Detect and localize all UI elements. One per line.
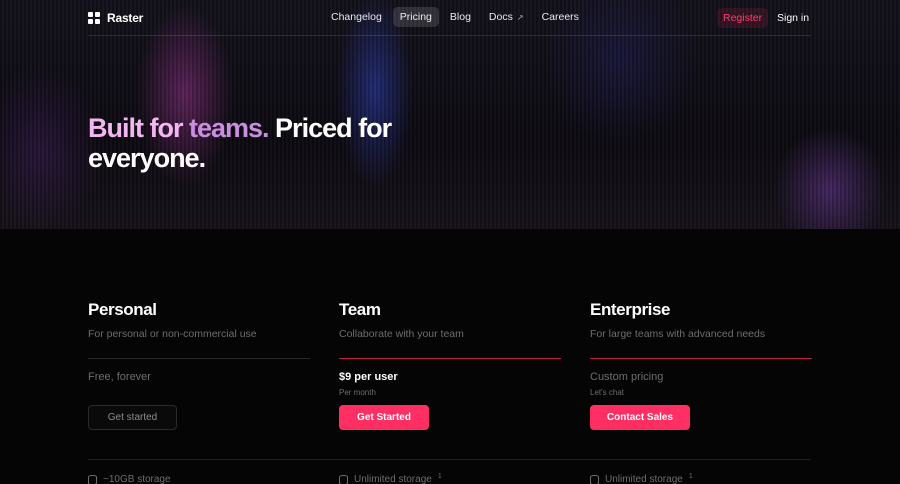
nav-link-docs[interactable]: Docs ↗ (482, 7, 531, 27)
plan-price: Custom pricing (590, 371, 664, 383)
plan-name: Enterprise (590, 300, 671, 319)
plan-price-note: Per month (339, 388, 376, 397)
plan-price-note (88, 388, 310, 398)
logo-text: Raster (107, 11, 144, 25)
plan-divider (88, 358, 310, 359)
nav-link-changelog[interactable]: Changelog (324, 7, 389, 27)
plan-team: Team Collaborate with your team $9 per u… (339, 300, 561, 430)
sign-in-link[interactable]: Sign in (777, 8, 809, 28)
plan-price: $9 per user (339, 371, 398, 383)
plan-personal: Personal For personal or non-commercial … (88, 300, 310, 430)
database-icon (590, 474, 599, 484)
plan-divider (590, 358, 812, 359)
nav-link-careers[interactable]: Careers (535, 7, 586, 27)
feature-storage-enterprise: Unlimited storage 1 (590, 473, 693, 484)
feature-label: ~10GB storage (103, 474, 171, 484)
plan-description: Collaborate with your team (339, 328, 464, 340)
nav-link-blog[interactable]: Blog (443, 7, 478, 27)
nav-link-docs-label: Docs (488, 11, 513, 23)
arrow-up-right-icon: ↗ (516, 12, 524, 22)
feature-label: Unlimited storage (605, 474, 683, 484)
contact-sales-button[interactable]: Contact Sales (590, 405, 690, 430)
footnote-marker: 1 (688, 473, 693, 480)
hero-title: Built for teams. Priced for everyone. (88, 113, 408, 173)
feature-storage-team: Unlimited storage 1 (339, 473, 442, 484)
footnote-marker: 1 (437, 473, 442, 480)
plan-price: Free, forever (88, 371, 151, 383)
feature-label: Unlimited storage (354, 474, 432, 484)
plan-enterprise: Enterprise For large teams with advanced… (590, 300, 812, 430)
plan-description: For large teams with advanced needs (590, 328, 766, 340)
hero-title-part1: Built for (88, 113, 189, 143)
features-divider (88, 459, 811, 460)
plan-description: For personal or non-commercial use (88, 328, 257, 340)
logo-icon (88, 12, 100, 24)
top-nav: Raster Changelog Pricing Blog Docs ↗ Car… (88, 0, 811, 36)
feature-storage-personal: ~10GB storage (88, 474, 171, 484)
plan-price-note: Let's chat (590, 388, 624, 397)
logo[interactable]: Raster (88, 10, 143, 26)
plan-name: Personal (88, 300, 157, 319)
register-button[interactable]: Register (717, 8, 769, 28)
hero-title-part2: teams. (188, 113, 270, 143)
plan-divider (339, 358, 561, 359)
database-icon (88, 474, 97, 484)
plan-name: Team (339, 300, 381, 319)
get-started-team-button[interactable]: Get Started (339, 405, 429, 430)
database-icon (339, 474, 348, 484)
get-started-button[interactable]: Get started (88, 405, 177, 430)
nav-link-pricing[interactable]: Pricing (392, 7, 439, 27)
nav-links: Changelog Pricing Blog Docs ↗ Careers (324, 7, 586, 27)
